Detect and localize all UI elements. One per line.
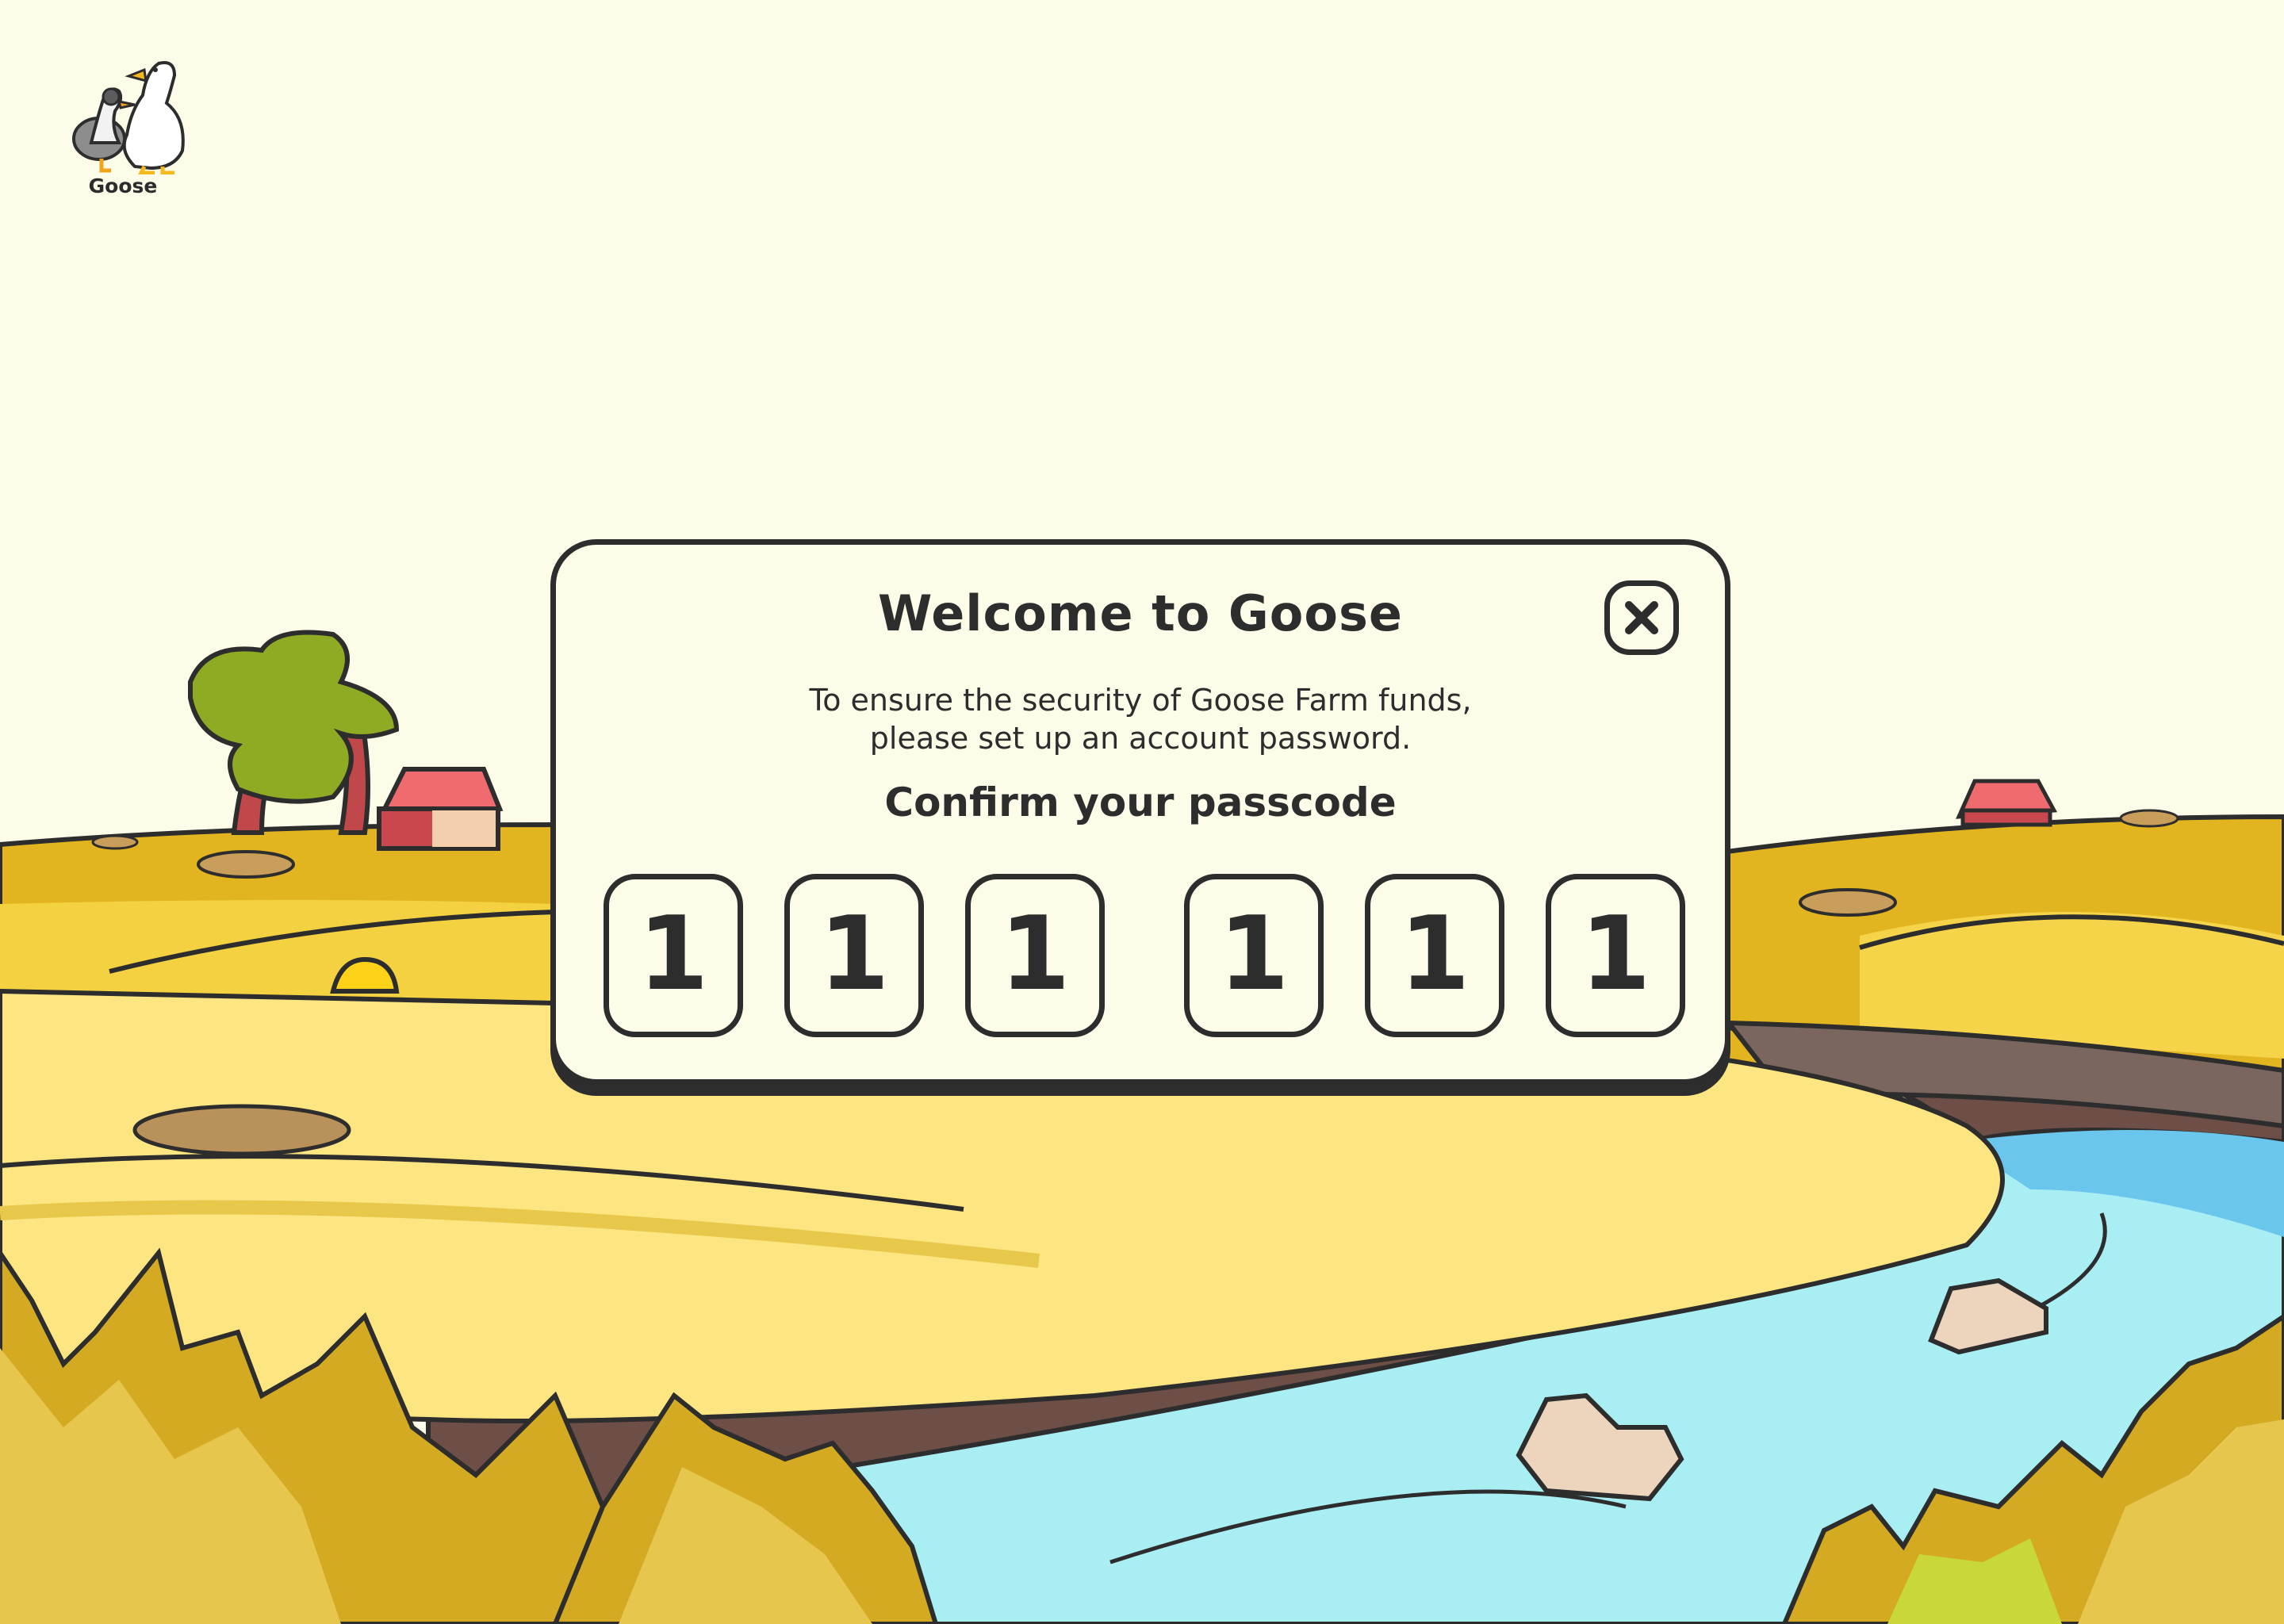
passcode-digit-2[interactable]: 1 bbox=[784, 874, 924, 1037]
dialog-message: To ensure the security of Goose Farm fun… bbox=[556, 681, 1725, 757]
goose-logo-icon bbox=[72, 61, 185, 174]
passcode-input-group: 1 1 1 1 1 1 bbox=[556, 874, 1725, 1040]
message-line-1: To ensure the security of Goose Farm fun… bbox=[809, 683, 1472, 718]
confirm-passcode-label: Confirm your passcode bbox=[884, 779, 1397, 825]
message-line-2: please set up an account password. bbox=[869, 721, 1412, 756]
passcode-digit-1[interactable]: 1 bbox=[604, 874, 743, 1037]
dialog-title: Welcome to Goose bbox=[878, 584, 1403, 642]
passcode-dialog: Welcome to Goose To ensure the security … bbox=[550, 539, 1730, 1085]
close-icon bbox=[1625, 601, 1658, 634]
passcode-digit-4[interactable]: 1 bbox=[1184, 874, 1324, 1037]
goose-logo[interactable]: Goose bbox=[56, 48, 190, 206]
passcode-digit-5[interactable]: 1 bbox=[1365, 874, 1504, 1037]
passcode-digit-6[interactable]: 1 bbox=[1546, 874, 1685, 1037]
logo-label: Goose bbox=[88, 174, 158, 197]
passcode-digit-3[interactable]: 1 bbox=[965, 874, 1105, 1037]
close-button[interactable] bbox=[1604, 580, 1679, 655]
